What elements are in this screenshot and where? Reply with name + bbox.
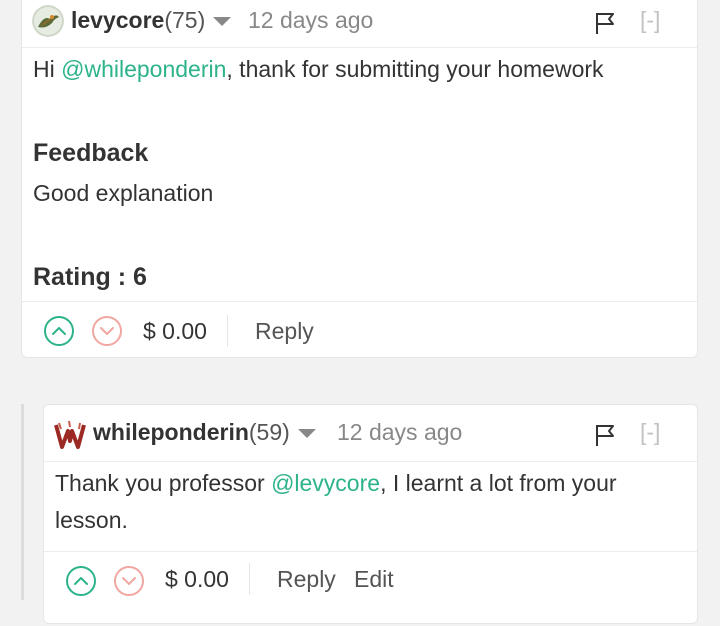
downvote-button[interactable] <box>92 316 122 346</box>
flag-icon[interactable] <box>594 423 616 447</box>
feedback-text: Good explanation <box>33 180 214 206</box>
mention-link[interactable]: @whileponderin <box>61 56 226 82</box>
author-username[interactable]: levycore <box>71 7 164 33</box>
author-username[interactable]: whileponderin <box>93 419 249 445</box>
edit-button[interactable]: Edit <box>354 566 394 593</box>
mention-link[interactable]: @levycore <box>271 470 380 496</box>
dropdown-caret-icon[interactable] <box>297 429 316 439</box>
upvote-button[interactable] <box>66 566 96 596</box>
greeting-prefix: Hi <box>33 56 62 82</box>
author-reputation: (75) <box>164 7 206 33</box>
comment-card-whileponderin: whileponderin(59) 12 days ago [-] Thank … <box>43 404 698 624</box>
comment-timestamp[interactable]: 12 days ago <box>248 7 373 34</box>
author-name[interactable]: whileponderin(59) <box>93 419 316 446</box>
comment-header: whileponderin(59) 12 days ago [-] <box>44 405 697 462</box>
collapse-toggle[interactable]: [-] <box>640 7 660 34</box>
upvote-icon <box>74 577 88 585</box>
greeting-suffix: , thank for submitting your homework <box>226 56 604 82</box>
avatar-whileponderin[interactable] <box>54 419 86 451</box>
avatar-levycore[interactable] <box>32 5 64 37</box>
feedback-heading: Feedback <box>33 139 149 167</box>
comment-body: Thank you professor @levycore, I learnt … <box>55 465 677 539</box>
comment-footer: $ 0.00 Reply <box>22 301 697 360</box>
upvote-icon <box>52 327 66 335</box>
downvote-icon <box>100 327 114 335</box>
comment-footer: $ 0.00 Reply Edit <box>44 551 697 626</box>
dropdown-caret-icon[interactable] <box>213 17 232 27</box>
footer-divider <box>249 563 250 595</box>
downvote-icon <box>122 577 136 585</box>
payout-value[interactable]: $ 0.00 <box>165 566 229 593</box>
author-reputation: (59) <box>248 419 290 445</box>
comment-timestamp[interactable]: 12 days ago <box>337 419 462 446</box>
upvote-button[interactable] <box>44 316 74 346</box>
reply-button[interactable]: Reply <box>277 566 336 593</box>
downvote-button[interactable] <box>114 566 144 596</box>
comment-card-levycore: levycore(75) 12 days ago [-] Hi @whilepo… <box>21 0 698 358</box>
rating-text: Rating : 6 <box>33 263 147 291</box>
comment-header: levycore(75) 12 days ago [-] <box>22 0 697 48</box>
reply-thread-line <box>21 404 24 600</box>
payout-value[interactable]: $ 0.00 <box>143 318 207 345</box>
reply-button[interactable]: Reply <box>255 318 314 345</box>
flag-icon[interactable] <box>594 11 616 35</box>
footer-divider <box>227 315 228 347</box>
comment-greeting: Hi @whileponderin, thank for submitting … <box>33 51 677 88</box>
author-name[interactable]: levycore(75) <box>71 7 232 34</box>
collapse-toggle[interactable]: [-] <box>640 419 660 446</box>
body-prefix: Thank you professor <box>55 470 272 496</box>
